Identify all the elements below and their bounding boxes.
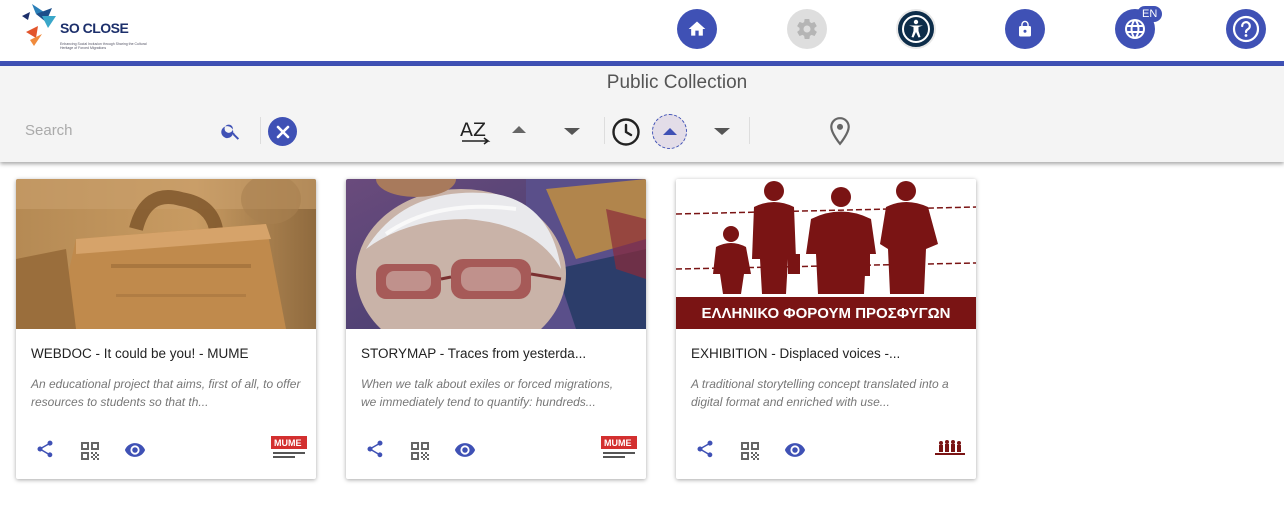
sort-az-descending-button[interactable] xyxy=(564,128,580,135)
collection-card[interactable]: STORYMAP - Traces from yesterda... When … xyxy=(346,179,646,479)
svg-text:MUME: MUME xyxy=(604,438,632,448)
soclose-logo[interactable]: SO CLOSE Enhancing Social Inclusion thro… xyxy=(22,2,147,56)
card-image-refugee-forum[interactable]: ΕΛΛΗΝΙΚΟ ΦΟΡΟΥΜ ΠΡΟΣΦΥΓΩΝ xyxy=(676,179,976,329)
settings-icon xyxy=(797,19,817,39)
share-icon[interactable] xyxy=(695,439,715,459)
qr-code-icon[interactable] xyxy=(78,439,102,463)
accessibility-icon xyxy=(902,15,930,43)
clear-search-button[interactable] xyxy=(268,117,297,146)
help-icon xyxy=(1232,15,1260,43)
search-input[interactable] xyxy=(25,118,215,142)
qr-code-icon[interactable] xyxy=(408,439,432,463)
sort-date-ascending-button[interactable] xyxy=(652,114,687,149)
filter-toolbar: Public Collection A Z xyxy=(0,66,1284,162)
eye-icon[interactable] xyxy=(124,439,146,461)
svg-text:MUME: MUME xyxy=(274,438,302,448)
settings-button[interactable] xyxy=(787,9,827,49)
svg-text:A: A xyxy=(460,119,473,141)
eye-icon[interactable] xyxy=(784,439,806,461)
card-image-elderly-woman[interactable] xyxy=(346,179,646,329)
svg-text:Z: Z xyxy=(473,119,486,141)
separator xyxy=(604,117,605,144)
sort-az-icon: A Z xyxy=(459,116,491,152)
card-description: When we talk about exiles or forced migr… xyxy=(361,377,614,409)
separator xyxy=(749,117,750,144)
card-title: STORYMAP - Traces from yesterda... xyxy=(361,346,587,361)
eye-icon[interactable] xyxy=(454,439,476,461)
mume-logo: MUME xyxy=(271,436,307,458)
bird-logo-icon xyxy=(22,4,56,46)
lock-icon xyxy=(1019,20,1031,37)
sort-date-descending-button[interactable] xyxy=(714,128,730,135)
lock-button[interactable] xyxy=(1005,9,1045,49)
location-pin-icon[interactable] xyxy=(829,116,851,146)
arrow-up-icon xyxy=(662,127,677,135)
card-title: WEBDOC - It could be you! - MUME xyxy=(31,346,249,361)
card-description: A traditional storytelling concept trans… xyxy=(691,377,949,409)
collection-card[interactable]: WEBDOC - It could be you! - MUME An educ… xyxy=(16,179,316,479)
home-button[interactable] xyxy=(677,9,717,49)
card-title: EXHIBITION - Displaced voices -... xyxy=(691,346,901,361)
card-description: An educational project that aims, first … xyxy=(31,377,301,409)
page-title: Public Collection xyxy=(606,72,748,93)
language-badge[interactable]: EN xyxy=(1137,6,1163,22)
home-icon xyxy=(688,21,706,36)
close-icon xyxy=(276,125,289,138)
clock-icon xyxy=(612,118,640,146)
card-image-suitcase[interactable] xyxy=(16,179,316,329)
refugee-forum-logo xyxy=(935,440,965,455)
collection-card[interactable]: ΕΛΛΗΝΙΚΟ ΦΟΡΟΥΜ ΠΡΟΣΦΥΓΩΝ EXHIBITION - D… xyxy=(676,179,976,479)
search-icon[interactable] xyxy=(220,120,242,142)
logo-text: SO CLOSE xyxy=(60,20,129,36)
top-bar: SO CLOSE Enhancing Social Inclusion thro… xyxy=(0,0,1284,62)
help-button[interactable] xyxy=(1226,9,1266,49)
accessibility-button[interactable] xyxy=(896,9,936,49)
separator xyxy=(260,117,261,144)
share-icon[interactable] xyxy=(365,439,385,459)
qr-code-icon[interactable] xyxy=(738,439,762,463)
logo-subtitle: Enhancing Social Inclusion through Shari… xyxy=(60,42,147,50)
sort-az-ascending-button[interactable] xyxy=(512,126,526,133)
banner-text: ΕΛΛΗΝΙΚΟ ΦΟΡΟΥΜ ΠΡΟΣΦΥΓΩΝ xyxy=(701,305,950,322)
share-icon[interactable] xyxy=(35,439,55,459)
mume-logo: MUME xyxy=(601,436,637,458)
